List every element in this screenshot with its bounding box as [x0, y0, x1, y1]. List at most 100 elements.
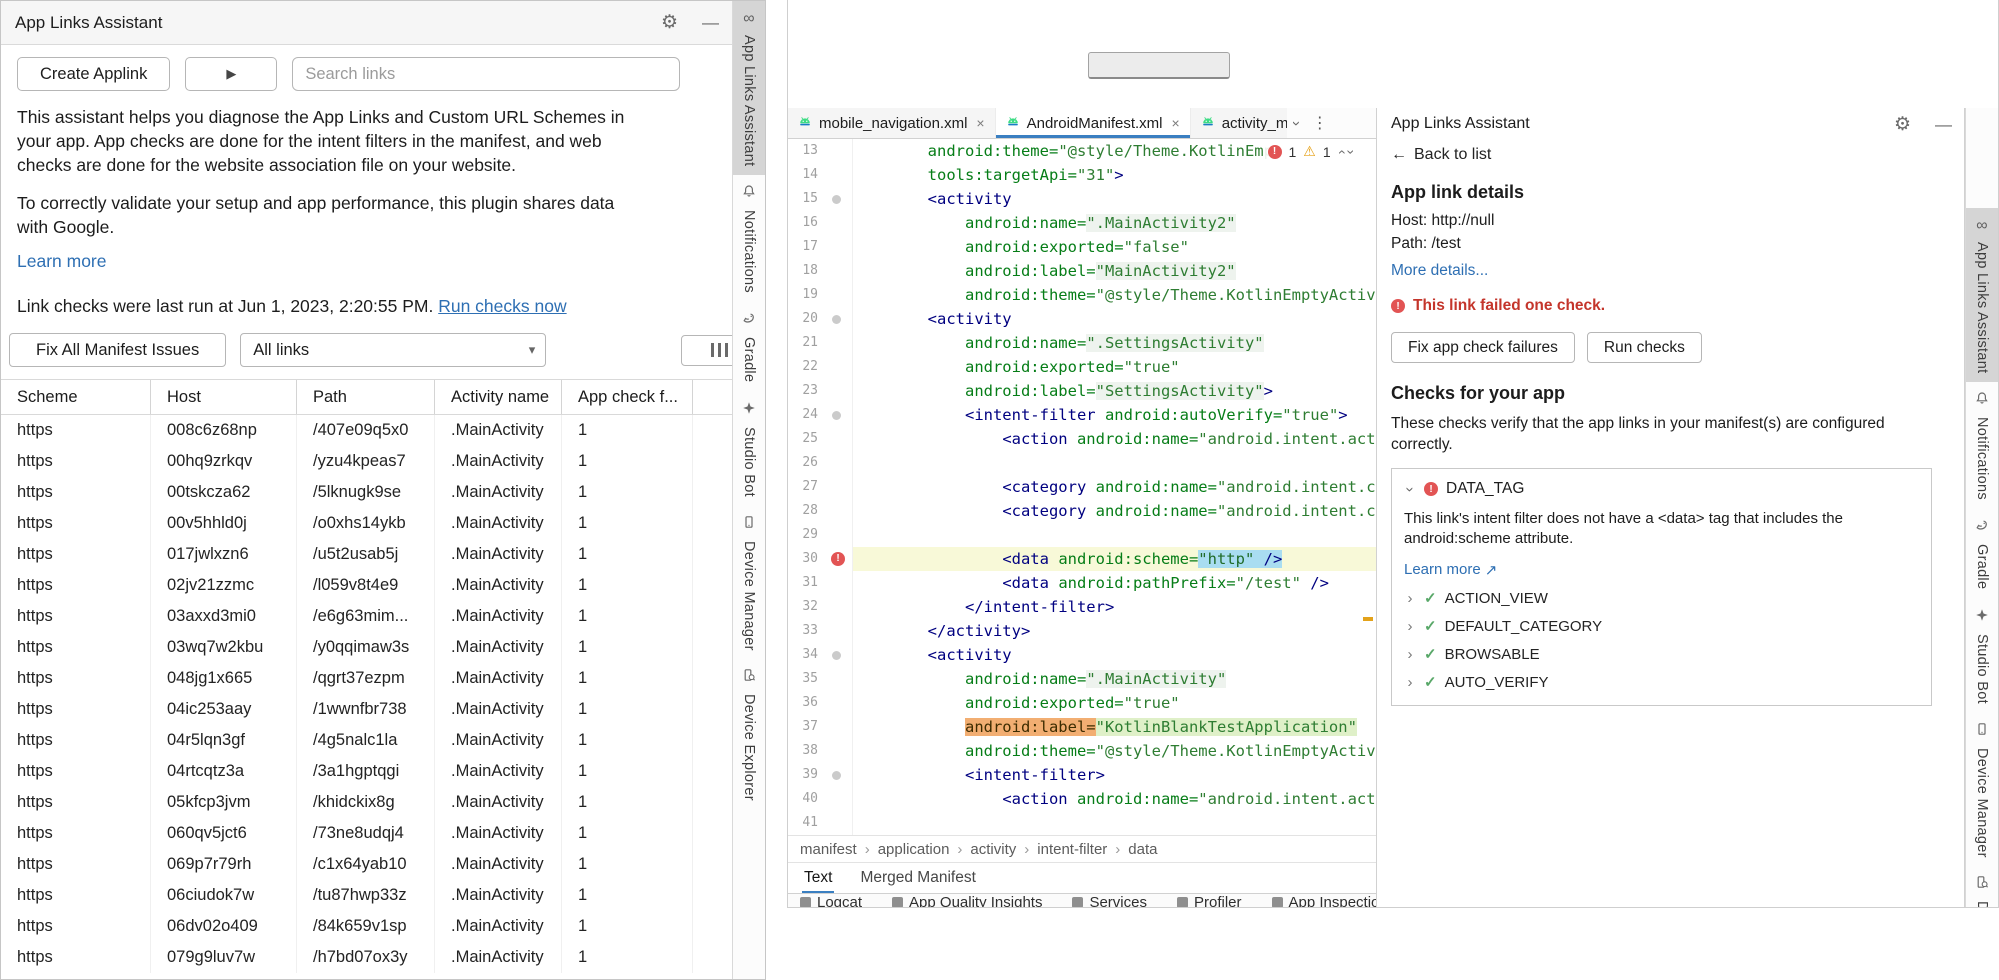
fold-marker-icon[interactable]: [832, 195, 841, 204]
column-header[interactable]: Scheme: [1, 380, 151, 414]
table-row[interactable]: https03axxd3mi0/e6g63mim....MainActivity…: [1, 601, 765, 632]
bottom-tool-tab[interactable]: App Quality Insights: [892, 894, 1042, 907]
fold-marker-icon[interactable]: [832, 315, 841, 324]
gutter-error-icon[interactable]: !: [831, 552, 845, 566]
run-button[interactable]: ▶: [185, 57, 277, 91]
table-row[interactable]: https060qv5jct6/73ne8udqj4.MainActivity1: [1, 818, 765, 849]
line-number: 32: [788, 595, 826, 619]
tool-tab-studio-bot[interactable]: Studio Bot: [1966, 599, 1998, 713]
tool-tab-label: Studio Bot: [1974, 634, 1990, 704]
tool-tab-gradle[interactable]: Gradle: [1966, 509, 1998, 598]
column-header[interactable]: App check f...: [562, 380, 693, 414]
breadcrumb-separator: ›: [1024, 841, 1029, 858]
close-icon[interactable]: ×: [1172, 115, 1180, 131]
gutter: [826, 451, 853, 475]
table-row[interactable]: https00tskcza62/5lknugk9se.MainActivity1: [1, 477, 765, 508]
table-cell: 048jg1x665: [151, 663, 297, 694]
table-cell: 00v5hhld0j: [151, 508, 297, 539]
tool-tab-device-manager[interactable]: Device Manager: [733, 506, 765, 660]
bottom-tool-tab[interactable]: Profiler: [1177, 894, 1242, 907]
path-line: Path: /test: [1391, 235, 1948, 253]
breadcrumb-item[interactable]: manifest: [800, 841, 857, 858]
settings-gear-icon[interactable]: ⚙: [661, 13, 678, 32]
table-row[interactable]: https04r5lqn3gf/4g5nalc1la.MainActivity1: [1, 725, 765, 756]
tool-tab-device-manager[interactable]: Device Manager: [1966, 713, 1998, 867]
table-row[interactable]: https04rtcqtz3a/3a1hgptqgi.MainActivity1: [1, 756, 765, 787]
close-icon[interactable]: ×: [976, 115, 984, 131]
column-header[interactable]: Activity name: [435, 380, 562, 414]
table-row[interactable]: https048jg1x665/qgrt37ezpm.MainActivity1: [1, 663, 765, 694]
learn-more-link[interactable]: Learn more: [17, 251, 107, 272]
tab-text[interactable]: Text: [802, 865, 834, 891]
check-default_category[interactable]: ›✓DEFAULT_CATEGORY: [1404, 617, 1919, 635]
fold-marker-icon[interactable]: [832, 771, 841, 780]
tab-list-chevron-icon[interactable]: ›: [1287, 108, 1306, 138]
table-row[interactable]: https00hq9zrkqv/yzu4kpeas7.MainActivity1: [1, 446, 765, 477]
fix-all-manifest-issues-button[interactable]: Fix All Manifest Issues: [9, 333, 226, 367]
search-input[interactable]: [292, 57, 680, 91]
table-row[interactable]: https06ciudok7w/tu87hwp33z.MainActivity1: [1, 880, 765, 911]
bottom-tool-tab[interactable]: Services: [1072, 894, 1147, 907]
create-applink-button[interactable]: Create Applink: [17, 57, 170, 91]
breadcrumb-item[interactable]: application: [878, 841, 950, 858]
check-browsable[interactable]: ›✓BROWSABLE: [1404, 645, 1919, 663]
fold-marker-icon[interactable]: [832, 411, 841, 420]
next-issue-chevron[interactable]: ›: [1344, 149, 1360, 154]
breadcrumb-item[interactable]: activity: [970, 841, 1016, 858]
assistant-minimize-icon[interactable]: —: [1935, 116, 1952, 133]
table-row[interactable]: https05kfcp3jvm/khidckix8g.MainActivity1: [1, 787, 765, 818]
breadcrumb: manifest›application›activity›intent-fil…: [788, 835, 1376, 862]
more-details-link[interactable]: More details...: [1391, 262, 1488, 280]
links-filter-dropdown[interactable]: All links ▾: [240, 333, 546, 367]
editor-tab-mobile_navigation-xml[interactable]: mobile_navigation.xml×: [788, 108, 996, 138]
run-checks-button[interactable]: Run checks: [1587, 332, 1702, 363]
table-row[interactable]: https069p7r79rh/c1x64yab10.MainActivity1: [1, 849, 765, 880]
more-options-icon[interactable]: ⋮: [1306, 108, 1334, 138]
assistant-gear-icon[interactable]: ⚙: [1894, 115, 1911, 134]
scrollbar-warning-mark[interactable]: [1363, 617, 1373, 621]
check-action_view[interactable]: ›✓ACTION_VIEW: [1404, 589, 1919, 607]
table-row[interactable]: https06dv02o409/84k659v1sp.MainActivity1: [1, 911, 765, 942]
editor-tab-androidmanifest-xml[interactable]: AndroidManifest.xml×: [996, 108, 1191, 138]
tool-tab-app-links-assistant[interactable]: ∞App Links Assistant: [1966, 208, 1998, 382]
bottom-tool-tab[interactable]: App Inspection: [1272, 894, 1377, 907]
line-number: 34: [788, 643, 826, 667]
table-cell: 00tskcza62: [151, 477, 297, 508]
breadcrumb-item[interactable]: data: [1128, 841, 1157, 858]
table-cell: 1: [562, 508, 693, 539]
minimize-icon[interactable]: —: [702, 14, 719, 31]
explorer-icon: [1975, 875, 1989, 894]
tool-tab-studio-bot[interactable]: Studio Bot: [733, 392, 765, 506]
column-header[interactable]: Path: [297, 380, 435, 414]
data-tag-learn-more-link[interactable]: Learn more ↗: [1404, 561, 1497, 579]
tool-tab-notifications[interactable]: Notifications: [1966, 382, 1998, 509]
tool-tab-notifications[interactable]: Notifications: [733, 175, 765, 302]
tab-merged-manifest[interactable]: Merged Manifest: [858, 865, 977, 891]
tool-tab-gradle[interactable]: Gradle: [733, 302, 765, 391]
bottom-tool-tab[interactable]: Logcat: [800, 894, 862, 907]
check-auto_verify[interactable]: ›✓AUTO_VERIFY: [1404, 673, 1919, 691]
tool-tab-device-explorer[interactable]: Device Explorer: [1966, 866, 1998, 907]
editor-tab-activity_m[interactable]: activity_m: [1191, 108, 1287, 138]
table-row[interactable]: https079g9luv7w/h7bd07ox3y.MainActivity1: [1, 942, 765, 973]
back-to-list-link[interactable]: ← Back to list: [1391, 146, 1491, 164]
table-row[interactable]: https017jwlxzn6/u5t2usab5j.MainActivity1: [1, 539, 765, 570]
table-row[interactable]: https02jv21zzmc/l059v8t4e9.MainActivity1: [1, 570, 765, 601]
run-checks-now-link[interactable]: Run checks now: [438, 296, 566, 316]
gutter: [826, 643, 853, 667]
table-row[interactable]: https008c6z68np/407e09q5x0.MainActivity1: [1, 415, 765, 446]
table-row[interactable]: https00v5hhld0j/o0xhs14ykb.MainActivity1: [1, 508, 765, 539]
table-cell: https: [1, 756, 151, 787]
tool-tab-app-links-assistant[interactable]: ∞App Links Assistant: [733, 1, 765, 175]
table-cell: /84k659v1sp: [297, 911, 435, 942]
table-row[interactable]: https03wq7w2kbu/y0qqimaw3s.MainActivity1: [1, 632, 765, 663]
fix-app-check-failures-button[interactable]: Fix app check failures: [1391, 332, 1575, 363]
fold-marker-icon[interactable]: [832, 651, 841, 660]
column-header[interactable]: Host: [151, 380, 297, 414]
tool-tab-device-explorer[interactable]: Device Explorer: [733, 659, 765, 810]
code-editor[interactable]: 13 android:theme="@style/Theme.KotlinEmp…: [788, 139, 1376, 835]
check-data-tag[interactable]: › ! DATA_TAG: [1404, 480, 1919, 498]
breadcrumb-item[interactable]: intent-filter: [1037, 841, 1107, 858]
table-row[interactable]: https04ic253aay/1wwnfbr738.MainActivity1: [1, 694, 765, 725]
gutter: [826, 595, 853, 619]
